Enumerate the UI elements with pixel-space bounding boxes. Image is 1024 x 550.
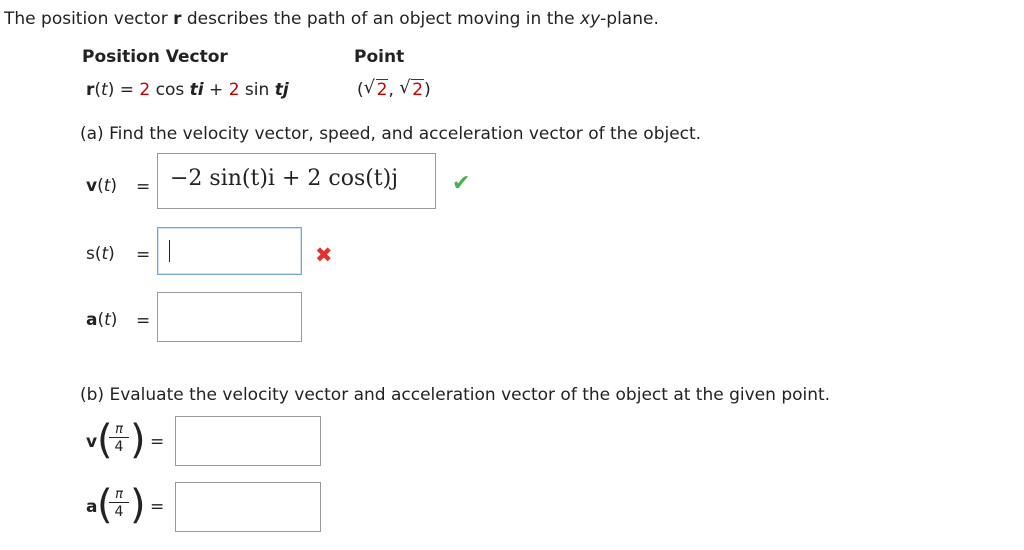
a-equals: = bbox=[136, 311, 151, 331]
coef-2: 2 bbox=[228, 80, 240, 100]
v-equals: = bbox=[136, 177, 151, 197]
point-header: Point bbox=[354, 47, 405, 67]
intro-xy: xy bbox=[580, 9, 601, 29]
position-vector-header: Position Vector bbox=[82, 47, 228, 67]
v-pi4-label: v bbox=[86, 432, 98, 452]
coef-1: 2 bbox=[139, 80, 151, 100]
v-pi4-answer-field[interactable] bbox=[175, 416, 321, 466]
v-pi4-equals: = bbox=[150, 432, 165, 452]
acceleration-answer-field[interactable] bbox=[157, 292, 302, 342]
sin-text: sin bbox=[244, 80, 275, 100]
t-j: tj bbox=[274, 80, 289, 100]
intro-part1: The position vector bbox=[4, 9, 174, 29]
part-b-prompt: (b) Evaluate the velocity vector and acc… bbox=[80, 385, 831, 405]
intro-text: The position vector r describes the path… bbox=[4, 9, 659, 29]
sqrt-2: √ 2 bbox=[399, 77, 425, 100]
correct-check-icon: ✔ bbox=[452, 171, 471, 196]
v-label: v(t) bbox=[86, 176, 118, 196]
s-label: s(t) bbox=[86, 244, 115, 264]
position-vector: r(t) = 2 cos ti + 2 sin tj bbox=[86, 80, 289, 100]
s-equals: = bbox=[136, 245, 151, 265]
r-symbol: r bbox=[86, 80, 95, 100]
intro-part3: -plane. bbox=[600, 9, 659, 29]
cos-text: cos bbox=[155, 80, 190, 100]
incorrect-x-icon: ✖ bbox=[315, 243, 333, 267]
t-symbol: t bbox=[101, 80, 108, 100]
pi-over-4-fraction: π 4 bbox=[109, 422, 129, 456]
text-caret bbox=[169, 240, 170, 262]
a-pi4-equals: = bbox=[150, 497, 165, 517]
sqrt-1: √ 2 bbox=[363, 77, 389, 100]
pi-over-4-fraction: π 4 bbox=[109, 487, 129, 521]
equals: = bbox=[119, 80, 134, 100]
intro-part2: describes the path of an object moving i… bbox=[181, 9, 581, 29]
part-a-prompt: (a) Find the velocity vector, speed, and… bbox=[80, 124, 702, 144]
close-paren: ) bbox=[130, 417, 146, 463]
close-paren: ) bbox=[130, 482, 146, 528]
a-pi4-answer-field[interactable] bbox=[175, 482, 321, 532]
speed-answer-field[interactable] bbox=[157, 227, 302, 275]
t-i: ti bbox=[189, 80, 204, 100]
a-pi4-label: a bbox=[86, 497, 98, 517]
velocity-answer-field[interactable]: −2 sin(t)i + 2 cos(t)j bbox=[157, 153, 436, 209]
a-label: a(t) bbox=[86, 310, 118, 330]
plus: + bbox=[209, 80, 224, 100]
velocity-answer-text: −2 sin(t)i + 2 cos(t)j bbox=[170, 166, 399, 191]
point-value: (√ 2, √ 2) bbox=[357, 77, 431, 100]
